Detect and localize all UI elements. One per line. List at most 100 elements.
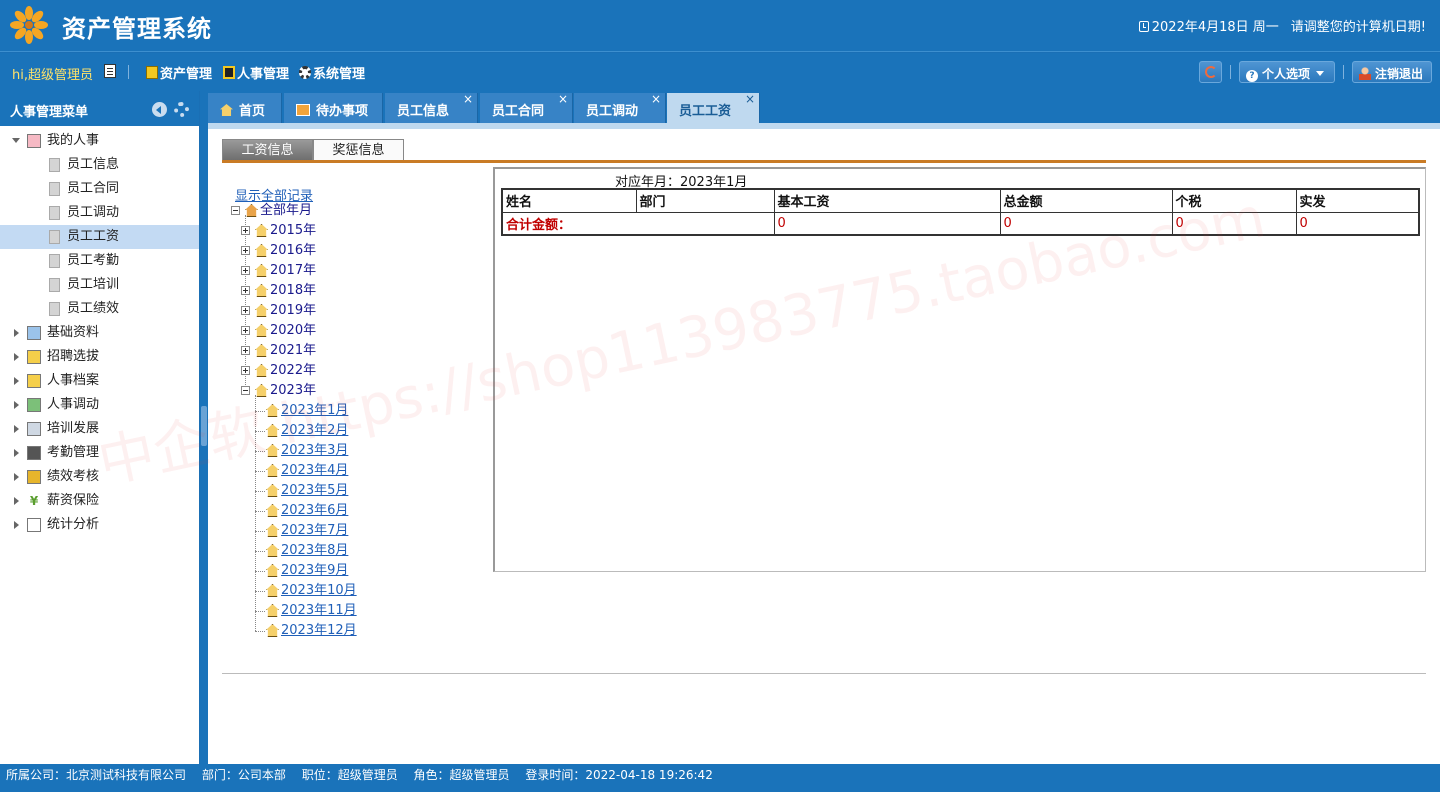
- tree-month-item[interactable]: 2023年1月: [231, 401, 431, 421]
- tree-month-item[interactable]: 2023年12月: [231, 621, 431, 641]
- subtab-salary-info[interactable]: 工资信息: [222, 139, 313, 161]
- sidebar-item-employee-contract[interactable]: 员工合同: [0, 177, 199, 201]
- tab-employee-contract[interactable]: 员工合同 ×: [480, 92, 573, 124]
- tree-month-item[interactable]: 2023年4月: [231, 461, 431, 481]
- sidebar-item-employee-info[interactable]: 员工信息: [0, 153, 199, 177]
- expand-toggle-icon[interactable]: [241, 366, 250, 375]
- page-icon: [49, 230, 60, 244]
- tree-month-link[interactable]: 2023年2月: [281, 421, 348, 441]
- tree-month-link[interactable]: 2023年5月: [281, 481, 348, 501]
- collapse-left-icon[interactable]: [152, 102, 167, 117]
- tree-month-link[interactable]: 2023年7月: [281, 521, 348, 541]
- nav-system-management[interactable]: 系统管理: [299, 63, 365, 82]
- expand-toggle-icon[interactable]: [241, 246, 250, 255]
- chevron-right-icon: [14, 353, 19, 361]
- tree-year-item[interactable]: 2022年: [231, 361, 431, 381]
- tree-month-link[interactable]: 2023年1月: [281, 401, 348, 421]
- tab-todo[interactable]: 待办事项: [284, 93, 383, 124]
- tree-label: 2015年: [270, 223, 317, 238]
- top-toolbar: hi,超级管理员 资产管理 人事管理 系统管理 ? 个人选项 注销退出: [0, 53, 1440, 91]
- tree-year-item[interactable]: 2016年: [231, 241, 431, 261]
- sidebar-tree: 我的人事 员工信息 员工合同 员工调动 员工工资 员工考勤 员工培训 员工绩效 …: [0, 126, 199, 537]
- close-icon[interactable]: ×: [558, 92, 568, 106]
- sidebar-group-hr-archive[interactable]: 人事档案: [0, 369, 199, 393]
- expand-toggle-icon[interactable]: [241, 306, 250, 315]
- subtab-reward-punishment[interactable]: 奖惩信息: [313, 139, 404, 161]
- sidebar-item-employee-transfer[interactable]: 员工调动: [0, 201, 199, 225]
- expand-toggle-icon[interactable]: [241, 266, 250, 275]
- tree-year-item[interactable]: 2023年: [231, 381, 431, 401]
- tree-month-link[interactable]: 2023年11月: [281, 601, 357, 621]
- collapse-toggle-icon[interactable]: [241, 386, 250, 395]
- sidebar-item-employee-attendance[interactable]: 员工考勤: [0, 249, 199, 273]
- sidebar-item-employee-salary[interactable]: 员工工资: [0, 225, 199, 249]
- splitter-handle[interactable]: [201, 406, 207, 446]
- tree-month-item[interactable]: 2023年3月: [231, 441, 431, 461]
- tree-year-item[interactable]: 2021年: [231, 341, 431, 361]
- close-icon[interactable]: ×: [463, 92, 473, 106]
- close-icon[interactable]: ×: [745, 92, 755, 106]
- total-label: 合计金额：: [501, 211, 775, 236]
- tree-month-link[interactable]: 2023年3月: [281, 441, 348, 461]
- tab-employee-salary[interactable]: 员工工资 ×: [667, 92, 760, 124]
- tree-month-item[interactable]: 2023年5月: [231, 481, 431, 501]
- tree-month-item[interactable]: 2023年2月: [231, 421, 431, 441]
- sidebar-item-employee-performance[interactable]: 员工绩效: [0, 297, 199, 321]
- house-icon: [266, 484, 279, 497]
- subtab-divider: [222, 160, 1426, 163]
- house-icon: [255, 264, 268, 277]
- tab-home[interactable]: 首页: [208, 93, 282, 124]
- house-icon: [266, 524, 279, 537]
- tree-month-link[interactable]: 2023年9月: [281, 561, 348, 581]
- column-header: 实发: [1295, 188, 1420, 213]
- tree-month-item[interactable]: 2023年10月: [231, 581, 431, 601]
- sidebar-group-payroll[interactable]: ¥ 薪资保险: [0, 489, 199, 513]
- memo-icon[interactable]: [104, 64, 116, 78]
- personal-options-button[interactable]: ? 个人选项: [1239, 61, 1335, 83]
- tree-month-link[interactable]: 2023年10月: [281, 581, 357, 601]
- tab-employee-info[interactable]: 员工信息 ×: [385, 92, 478, 124]
- sidebar-group-attendance[interactable]: 考勤管理: [0, 441, 199, 465]
- tree-month-link[interactable]: 2023年12月: [281, 621, 357, 641]
- tree-year-item[interactable]: 2015年: [231, 221, 431, 241]
- tree-year-item[interactable]: 2020年: [231, 321, 431, 341]
- nav-asset-management[interactable]: 资产管理: [146, 63, 212, 82]
- refresh-button[interactable]: [1199, 61, 1222, 83]
- house-icon: [255, 284, 268, 297]
- sidebar-group-training[interactable]: 培训发展: [0, 417, 199, 441]
- sidebar-title: 人事管理菜单: [10, 105, 89, 120]
- close-icon[interactable]: ×: [651, 92, 661, 106]
- sidebar-group-statistics[interactable]: 统计分析: [0, 513, 199, 537]
- sidebar-item-employee-training[interactable]: 员工培训: [0, 273, 199, 297]
- logout-button[interactable]: 注销退出: [1352, 61, 1432, 83]
- tree-year-item[interactable]: 2017年: [231, 261, 431, 281]
- sidebar-group-hr-transfer[interactable]: 人事调动: [0, 393, 199, 417]
- tree-month-link[interactable]: 2023年4月: [281, 461, 348, 481]
- tree-month-item[interactable]: 2023年6月: [231, 501, 431, 521]
- expand-toggle-icon[interactable]: [241, 326, 250, 335]
- tree-month-item[interactable]: 2023年7月: [231, 521, 431, 541]
- sidebar-group-recruitment[interactable]: 招聘选拔: [0, 345, 199, 369]
- tree-month-link[interactable]: 2023年6月: [281, 501, 348, 521]
- tree-month-item[interactable]: 2023年8月: [231, 541, 431, 561]
- nav-hr-management[interactable]: 人事管理: [223, 63, 289, 82]
- expand-toggle-icon[interactable]: [241, 226, 250, 235]
- tree-root[interactable]: 全部年月: [231, 201, 431, 221]
- sidebar-group-basic-data[interactable]: 基础资料: [0, 321, 199, 345]
- users-icon: [27, 398, 41, 412]
- tree-month-item[interactable]: 2023年11月: [231, 601, 431, 621]
- tab-employee-transfer[interactable]: 员工调动 ×: [574, 92, 666, 124]
- expand-toggle-icon[interactable]: [241, 286, 250, 295]
- tree-year-item[interactable]: 2019年: [231, 301, 431, 321]
- question-icon: ?: [1246, 70, 1258, 82]
- gear-icon[interactable]: [174, 102, 189, 117]
- expand-toggle-icon[interactable]: [241, 346, 250, 355]
- tree-year-item[interactable]: 2018年: [231, 281, 431, 301]
- sidebar-splitter[interactable]: [200, 91, 208, 764]
- sidebar-group-my-hr[interactable]: 我的人事: [0, 129, 199, 153]
- sidebar-group-performance[interactable]: 绩效考核: [0, 465, 199, 489]
- tree-month-item[interactable]: 2023年9月: [231, 561, 431, 581]
- collapse-toggle-icon[interactable]: [231, 206, 240, 215]
- tree-month-link[interactable]: 2023年8月: [281, 541, 348, 561]
- sidebar-item-label: 员工考勤: [67, 253, 120, 268]
